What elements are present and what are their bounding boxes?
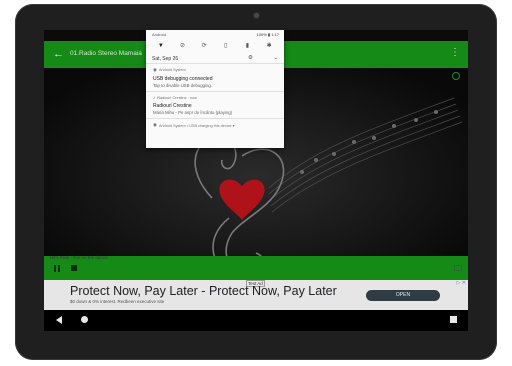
status-right: 100% ▮ 1:17 xyxy=(257,32,279,37)
notification-summary: Android System • USB charging this devic… xyxy=(158,123,235,128)
music-note-icon: ♪ xyxy=(153,95,156,100)
ad-banner[interactable]: Test Ad ▷ ✕ Protect Now, Pay Later - Pro… xyxy=(44,280,468,310)
shade-status-row: Android 100% ▮ 1:17 xyxy=(146,30,284,39)
notification-shade: Android 100% ▮ 1:17 ▼ ⊘ ⟳ ▯ ▮ ✱ Sat, Sep 26 ⚙… xyxy=(146,30,284,148)
ad-open-button[interactable]: OPEN xyxy=(366,290,440,301)
ad-headline[interactable]: Protect Now, Pay Later - Protect Now, Pa… xyxy=(70,284,337,298)
battery-icon[interactable]: ▯ xyxy=(222,43,229,50)
wifi-icon[interactable]: ▼ xyxy=(157,43,164,50)
flashlight-icon[interactable]: ▮ xyxy=(244,43,251,50)
notification-title: USB debugging connected xyxy=(153,76,213,82)
nav-recents-icon[interactable] xyxy=(450,316,457,323)
battery-percent: 100% xyxy=(256,32,267,37)
navigation-bar xyxy=(44,310,468,331)
autorotate-icon[interactable]: ⟳ xyxy=(201,43,208,50)
screenshot: ← 01.Radio Stereo Mamaia ⋮ Hit's Real - … xyxy=(0,0,512,366)
notification-app-name: Radiouri Crestine · now xyxy=(157,95,197,100)
bluetooth-icon[interactable]: ✱ xyxy=(266,43,273,50)
ad-subtext: $0 down & 0% interest. Redbeen executive… xyxy=(70,299,165,304)
notification-usb-debugging[interactable]: ◉ Android System USB debugging connected… xyxy=(146,64,284,92)
expand-chevron-icon[interactable]: ⌄ xyxy=(273,55,278,61)
notification-usb-charging[interactable]: ◉ Android System • USB charging this dev… xyxy=(146,119,284,131)
date-label: Sat, Sep 26 xyxy=(152,56,179,62)
notification-now-playing[interactable]: ♪ Radiouri Crestine · now Radiouri Crest… xyxy=(146,92,284,119)
nav-home-icon[interactable] xyxy=(81,316,88,323)
nav-back-icon[interactable] xyxy=(56,316,62,324)
notification-title: Radiouri Crestine xyxy=(153,103,192,109)
notification-text: Tap to disable USB debugging. xyxy=(153,83,213,88)
volume-icon[interactable] xyxy=(454,265,462,271)
back-arrow-icon[interactable]: ← xyxy=(53,48,64,60)
settings-gear-icon[interactable]: ⚙ xyxy=(248,55,253,61)
android-system-icon: ◉ xyxy=(153,67,157,72)
more-options-icon[interactable]: ⋮ xyxy=(450,48,460,58)
quick-settings-row: ▼ ⊘ ⟳ ▯ ▮ ✱ xyxy=(146,39,284,54)
battery-icon: ▮ xyxy=(267,32,271,37)
brightness-date-row: Sat, Sep 26 ⚙ ⌄ xyxy=(146,54,284,64)
now-playing-text: Hit's Real - Evil on the dance xyxy=(50,255,108,260)
ad-choices-icon[interactable]: ▷ ✕ xyxy=(457,280,466,286)
app-title: 01.Radio Stereo Mamaia xyxy=(70,50,142,57)
stop-icon[interactable] xyxy=(71,265,77,271)
info-icon[interactable] xyxy=(452,72,460,80)
carrier-label: Android xyxy=(152,32,166,37)
android-system-icon: ◉ xyxy=(153,122,157,127)
front-camera xyxy=(253,12,260,19)
pause-icon[interactable] xyxy=(54,265,60,272)
notification-app-name: Android System xyxy=(158,68,186,72)
clock: 1:17 xyxy=(271,32,279,37)
notification-text: Maria Mihu - Pe anpr do încântu (playing… xyxy=(153,110,233,115)
dnd-icon[interactable]: ⊘ xyxy=(179,43,186,50)
